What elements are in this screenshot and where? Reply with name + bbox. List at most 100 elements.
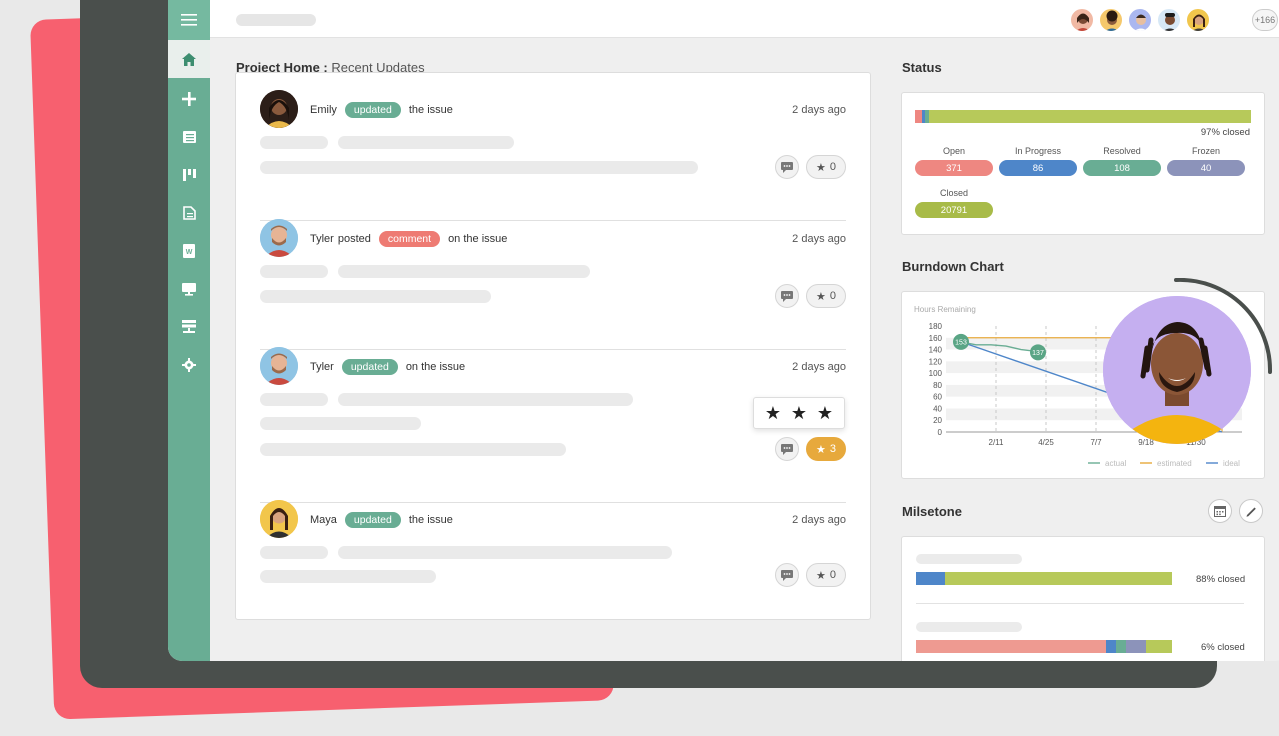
action-badge: updated (344, 102, 401, 118)
star-button[interactable]: ★ 0 (806, 284, 846, 308)
skeleton-line (260, 443, 566, 456)
progress-segment (1106, 640, 1116, 653)
star-reaction-icon[interactable]: ★ (817, 403, 833, 424)
star-count: 0 (829, 161, 836, 173)
status-card: 97% closed Open 371 In Progress 86 Resol… (901, 92, 1265, 235)
progress-segment (1126, 640, 1146, 653)
action-suffix: the issue (408, 514, 453, 526)
skeleton-line (260, 136, 328, 149)
skeleton-line (260, 265, 328, 278)
y-tick-label: 0 (938, 428, 943, 437)
star-reactions-popup: ★ ★ ★ (753, 397, 845, 429)
board-icon[interactable] (168, 156, 210, 194)
skeleton-line (260, 393, 328, 406)
status-pill-open[interactable]: 371 (915, 160, 993, 176)
calendar-button[interactable] (1208, 499, 1232, 523)
calendar-icon (1214, 506, 1226, 517)
y-tick-label: 100 (929, 369, 943, 378)
progress-open (915, 110, 922, 123)
skeleton-line (260, 570, 436, 583)
user-avatar[interactable] (260, 219, 298, 257)
word-icon[interactable]: W (168, 232, 210, 270)
star-button[interactable]: ★ 0 (806, 563, 846, 587)
divider (916, 603, 1244, 604)
status-progress-bar (915, 110, 1251, 123)
status-pill-closed[interactable]: 20791 (915, 202, 993, 218)
monitor-icon[interactable] (168, 270, 210, 308)
user-avatar[interactable] (260, 347, 298, 385)
skeleton-line (338, 393, 633, 406)
user-name[interactable]: Maya (310, 514, 337, 526)
star-count: 3 (829, 443, 836, 455)
user-avatar[interactable] (260, 90, 298, 128)
member-avatar[interactable] (1070, 8, 1094, 32)
edit-button[interactable] (1239, 499, 1263, 523)
comment-button[interactable] (775, 155, 799, 179)
comment-button[interactable] (775, 284, 799, 308)
progress-segment (916, 572, 945, 585)
action-suffix: the issue (408, 104, 453, 116)
status-label-frozen: Frozen (1191, 146, 1220, 156)
marker-start-label: 153 (955, 339, 967, 346)
star-icon: ★ (816, 161, 826, 174)
feed-item: Tyler updated on the issue 2 days ago ★ … (260, 347, 846, 487)
pencil-icon (1246, 507, 1256, 517)
star-reaction-icon[interactable]: ★ (765, 403, 781, 424)
feed-item: Maya updated the issue 2 days ago ★ 0 (260, 500, 846, 610)
progress-resolved (925, 110, 929, 123)
feed-item-text: Emily updated the issue (310, 102, 453, 118)
extra-members-count[interactable]: +166 (1252, 9, 1278, 31)
status-pill-frozen[interactable]: 40 (1167, 160, 1245, 176)
gear-icon[interactable] (168, 346, 210, 384)
comment-button[interactable] (775, 437, 799, 461)
status-closed-pct: 97% closed (1200, 127, 1250, 138)
member-avatar[interactable] (1099, 8, 1123, 32)
star-icon: ★ (816, 290, 826, 303)
skeleton-line (338, 136, 514, 149)
skeleton-line (338, 546, 672, 559)
server-icon[interactable] (168, 308, 210, 346)
skeleton-line (260, 546, 328, 559)
feed-item: Tyler posted comment on the issue 2 days… (260, 219, 846, 331)
status-label-in-progress: In Progress (1014, 146, 1062, 156)
timestamp: 2 days ago (792, 104, 846, 116)
menu-icon[interactable] (168, 0, 210, 40)
star-icon: ★ (816, 569, 826, 582)
user-name[interactable]: Tyler (310, 233, 334, 245)
status-pill-in-progress[interactable]: 86 (999, 160, 1077, 176)
user-name[interactable]: Emily (310, 104, 337, 116)
y-tick-label: 180 (929, 322, 943, 331)
milestone-title: Milsetone (902, 504, 962, 519)
progress-segment (916, 640, 1106, 653)
home-icon[interactable] (168, 40, 210, 78)
comment-button[interactable] (775, 563, 799, 587)
member-avatar[interactable] (1128, 8, 1152, 32)
y-tick-label: 60 (933, 393, 942, 402)
y-tick-label: 80 (933, 381, 942, 390)
user-name[interactable]: Tyler (310, 361, 334, 373)
star-button[interactable]: ★ 3 (806, 437, 846, 461)
star-reaction-icon[interactable]: ★ (791, 403, 807, 424)
y-tick-label: 140 (929, 346, 943, 355)
timestamp: 2 days ago (792, 233, 846, 245)
user-avatar[interactable] (260, 500, 298, 538)
x-tick-label: 2/11 (989, 438, 1005, 447)
member-avatar[interactable] (1157, 8, 1181, 32)
plus-icon[interactable] (168, 80, 210, 118)
member-avatar[interactable] (1186, 8, 1210, 32)
list-icon[interactable] (168, 118, 210, 156)
feed-item-text: Tyler posted comment on the issue (310, 231, 507, 247)
skeleton-line (260, 290, 491, 303)
status-label-open: Open (942, 146, 966, 156)
progress-segment (1116, 640, 1126, 653)
y-tick-label: 40 (933, 404, 942, 413)
comment-icon (781, 443, 793, 455)
timestamp: 2 days ago (792, 514, 846, 526)
chart-ylabel: Hours Remaining (914, 305, 976, 314)
milestone-progress-bar (916, 640, 1172, 653)
star-button[interactable]: ★ 0 (806, 155, 846, 179)
comment-icon (781, 290, 793, 302)
top-header: +166 (210, 0, 1279, 38)
docs-icon[interactable] (168, 194, 210, 232)
status-pill-resolved[interactable]: 108 (1083, 160, 1161, 176)
